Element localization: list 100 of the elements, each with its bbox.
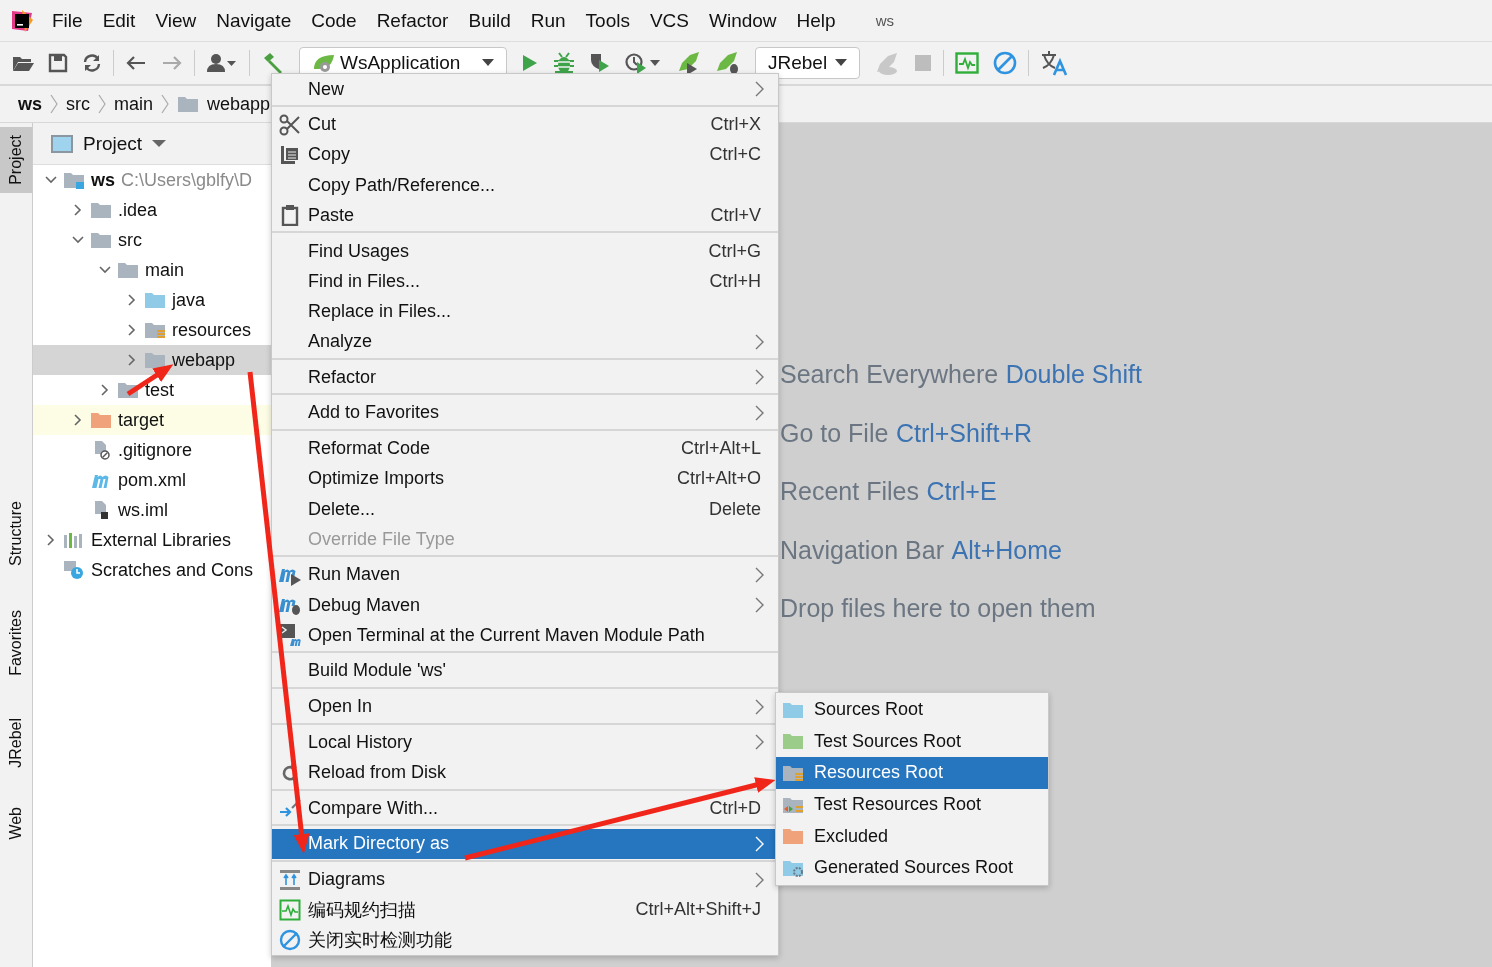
breadcrumb-item[interactable]: ws — [18, 93, 42, 115]
menu-item[interactable]: Edit — [102, 9, 136, 32]
caret-icon — [482, 59, 494, 67]
tree-item[interactable]: main — [145, 259, 184, 281]
chevron-right-icon[interactable] — [126, 324, 138, 336]
tree-item[interactable]: ws — [91, 169, 115, 191]
chevron-right-icon[interactable] — [72, 414, 84, 426]
menu-item[interactable]: Add to Favorites — [272, 397, 778, 429]
editor-hint: Search Everywhere Double Shift — [780, 360, 1143, 390]
menu-item[interactable]: Local History — [272, 727, 778, 758]
tree-item[interactable]: resources — [172, 319, 252, 341]
tree-item[interactable]: java — [172, 289, 206, 311]
panel-title[interactable]: Project — [83, 132, 143, 155]
scratches-icon — [63, 560, 85, 580]
tree-item[interactable]: Scratches and Cons — [91, 559, 254, 581]
chevron-right-icon — [50, 94, 58, 114]
menu-item[interactable]: Find Usages Ctrl+G — [272, 235, 778, 267]
tool-window-tab[interactable]: JRebel — [0, 709, 32, 776]
chevron-down-icon[interactable] — [99, 264, 111, 276]
menu-item[interactable]: VCS — [649, 9, 689, 32]
menu-item[interactable]: Mark Directory as — [272, 828, 778, 859]
tree-item[interactable]: test — [145, 379, 174, 401]
menu-item[interactable]: Delete... Delete — [272, 493, 778, 525]
menu-item[interactable]: Run Maven — [272, 559, 778, 590]
menu-item[interactable]: Run — [530, 9, 566, 32]
tool-window-tab[interactable]: Project — [0, 127, 32, 193]
tree-item[interactable]: webapp — [172, 349, 236, 371]
menu-item[interactable]: Copy Path/Reference... — [272, 170, 778, 201]
save-icon[interactable] — [48, 53, 68, 73]
profiler-icon[interactable] — [625, 52, 661, 74]
menu-item[interactable]: Copy Ctrl+C — [272, 139, 778, 171]
menu-item[interactable]: Diagrams — [272, 864, 778, 895]
user-dropdown-icon[interactable] — [206, 53, 238, 73]
breadcrumb-item[interactable]: main — [114, 93, 154, 115]
menu-item[interactable]: Reload from Disk — [272, 757, 778, 788]
menu-item[interactable]: Debug Maven — [272, 590, 778, 621]
menu-item[interactable]: File — [52, 9, 83, 32]
path-label: C:\Users\gblfy\D — [121, 169, 253, 191]
tree-item[interactable]: .gitignore — [118, 439, 193, 461]
translate-icon[interactable] — [1040, 50, 1069, 76]
sync-icon[interactable] — [82, 53, 102, 73]
menu-item[interactable]: Find in Files... Ctrl+H — [272, 266, 778, 297]
breadcrumb-item[interactable]: webapp — [207, 93, 271, 115]
tree-item[interactable]: .idea — [118, 199, 158, 221]
tree-item[interactable]: target — [118, 409, 165, 431]
menu-item[interactable]: Open Terminal at the Current Maven Module Path — [272, 620, 778, 651]
bug-icon[interactable] — [553, 52, 575, 74]
menu-item[interactable]: Tools — [585, 9, 630, 32]
menu-item[interactable]: Build Module 'ws' — [272, 655, 778, 687]
folder-icon — [90, 231, 112, 249]
menu-item[interactable]: 编码规约扫描 Ctrl+Alt+Shift+J — [272, 894, 778, 925]
menu-item[interactable]: Paste Ctrl+V — [272, 200, 778, 231]
monitor-icon — [279, 898, 301, 921]
back-arrow-icon[interactable] — [125, 54, 147, 72]
menu-item[interactable]: Open In — [272, 691, 778, 722]
editor-hint: Drop files here to open them — [780, 594, 1097, 624]
menu-item[interactable]: Replace in Files... — [272, 296, 778, 327]
chevron-right-icon[interactable] — [126, 294, 138, 306]
menu-item[interactable]: Resources Root — [776, 757, 1048, 789]
tool-window-tab[interactable]: Structure — [0, 492, 32, 574]
coverage-icon[interactable] — [589, 52, 611, 74]
tree-item[interactable]: src — [118, 229, 142, 251]
menu-item[interactable]: Excluded — [776, 820, 1048, 852]
menu-item[interactable]: View — [155, 9, 197, 32]
menu-item[interactable]: Window — [709, 9, 777, 32]
menu-item[interactable]: Cut Ctrl+X — [272, 109, 778, 140]
open-folder-icon[interactable] — [12, 54, 34, 72]
tool-window-tab[interactable]: Favorites — [0, 601, 32, 684]
menu-item[interactable]: Reformat Code Ctrl+Alt+L — [272, 433, 778, 464]
menu-item[interactable]: Test Sources Root — [776, 725, 1048, 758]
tree-item[interactable]: ws.iml — [118, 499, 168, 521]
menu-item[interactable]: Test Resources Root — [776, 788, 1048, 821]
chevron-down-icon[interactable] — [45, 174, 57, 186]
menu-item[interactable]: Optimize Imports Ctrl+Alt+O — [272, 463, 778, 494]
menu-item[interactable]: Help — [796, 9, 836, 32]
menu-item[interactable]: Sources Root — [776, 694, 1048, 726]
chevron-right-icon[interactable] — [72, 204, 84, 216]
chevron-right-icon — [98, 94, 106, 114]
breadcrumb-item[interactable]: src — [66, 93, 90, 115]
chevron-right-icon[interactable] — [45, 534, 57, 546]
menu-item[interactable]: Code — [311, 9, 357, 32]
tree-item[interactable]: External Libraries — [91, 529, 232, 551]
chevron-right-icon[interactable] — [99, 384, 111, 396]
menu-item[interactable]: Generated Sources Root — [776, 851, 1048, 884]
jrebel-dropdown[interactable]: JRebel — [755, 47, 861, 79]
menu-item[interactable]: Refactor — [376, 9, 449, 32]
chevron-down-icon[interactable] — [72, 234, 84, 246]
menu-item[interactable]: Compare With... Ctrl+D — [272, 793, 778, 824]
caret-icon[interactable] — [152, 139, 167, 148]
no-symbol-icon[interactable] — [993, 51, 1018, 75]
tool-window-tab[interactable]: Web — [0, 799, 32, 848]
tree-item[interactable]: pom.xml — [118, 469, 186, 491]
menu-item[interactable]: Analyze — [272, 326, 778, 357]
menu-item[interactable]: Navigate — [216, 9, 292, 32]
menu-item[interactable]: Build — [468, 9, 511, 32]
chevron-right-icon[interactable] — [126, 354, 138, 366]
menu-item[interactable]: 关闭实时检测功能 — [272, 924, 778, 956]
run-icon[interactable] — [521, 53, 539, 73]
monitor-icon[interactable] — [955, 52, 980, 74]
menu-item[interactable]: Refactor — [272, 362, 778, 393]
